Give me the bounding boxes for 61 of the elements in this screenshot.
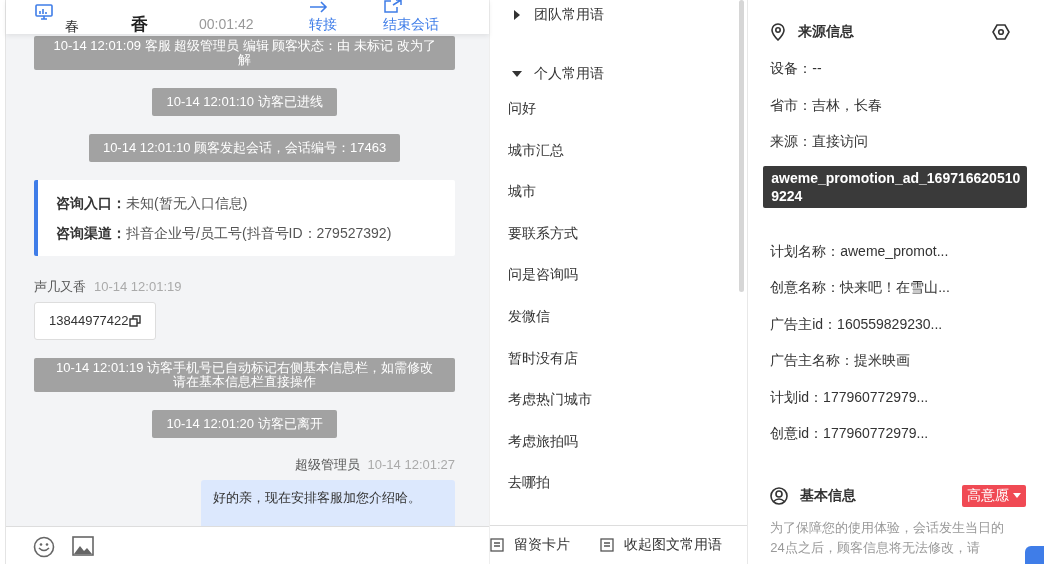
location-text: 春 [65,17,80,34]
floating-button[interactable] [1025,546,1044,564]
system-message: 10-14 12:01:10 顾客发起会话，会话编号：17463 [88,134,401,162]
entry-text: 咨询入口：未知(暂无入口信息) [56,194,249,213]
exit-icon [383,0,403,13]
system-message: 10-14 12:01:20 访客已离开 [152,410,337,438]
message-time: 10-14 12:01:27 [367,457,456,472]
section-title: 基本信息 [800,486,858,505]
footer-button[interactable]: 留资卡片 [490,533,571,557]
info-field: 创意id：177960772979... [770,415,1044,452]
settings-icon [992,23,1011,41]
copy-icon [128,315,141,327]
duration-value: 00:01:42 [199,15,255,34]
arrow-right-icon [309,1,329,13]
phrase-item[interactable]: 问是咨询吗 [508,265,748,307]
message-text: 13844977422 [49,313,129,329]
user-circle-icon [770,486,789,505]
visitor-name: 香 [131,15,149,34]
system-message: 10-14 12:01:10 访客已进线 [152,88,337,116]
phrase-item[interactable]: 要联系方式 [508,223,748,266]
phrase-group[interactable]: 团队常用语 [508,0,748,30]
tooltip: aweme_promotion_ad_1697166205109224 [763,165,1028,208]
phrase-item[interactable]: 考虑旅拍吗 [508,431,748,474]
phrase-item[interactable]: 问好 [508,99,748,141]
phrase-item[interactable]: 考虑热门城市 [508,390,748,432]
info-field: 广告主id：160559829230... [770,305,1044,342]
notice-text: 为了保障您的使用体验，会话发生当日的24点之后，顾客信息将无法修改，请 [770,518,1006,557]
phrase-item[interactable]: 城市 [508,182,748,224]
monitor-icon [35,4,53,20]
sender-name: 声几又香 [34,279,86,294]
phrase-group[interactable]: 个人常用语 [508,59,748,89]
end-session-button[interactable]: 结束会话 [383,0,439,34]
info-field: 广告主名称：提米映画 [770,342,1044,379]
info-field: 计划名称：aweme_promot... [770,232,1044,269]
sender-name: 超级管理员 [294,457,360,472]
phrase-item[interactable]: 暂时没有店 [508,348,748,391]
scrollbar[interactable] [739,0,745,292]
section-title: 来源信息 [798,23,856,41]
document-icon [490,538,505,552]
phrase-item[interactable]: 去哪拍 [508,473,748,515]
info-field: 计划id：177960772979... [770,378,1044,415]
caret-down-icon [512,69,523,79]
entry-text: 咨询渠道：抖音企业号/员工号(抖音号ID：279527392) [56,224,393,243]
phrase-item[interactable]: 城市汇总 [508,140,748,183]
info-field: 来源：直接访问 [770,123,1044,160]
message-bubble: 好的亲，现在安排客服加您介绍哈。 [201,480,456,526]
message-time: 10-14 12:01:19 [94,279,182,294]
transfer-button[interactable]: 转接 [309,1,383,34]
caret-down-icon [1013,492,1022,499]
image-icon [72,536,94,556]
footer-button[interactable]: 收起图文常用语 [600,533,723,557]
info-field: 省市：吉林，长春 [770,86,1044,123]
system-message: 10-14 12:01:19 访客手机号已自动标记右侧基本信息栏，如需修改请在基本信息栏直接操作 [34,358,456,392]
emoji-icon [33,536,55,558]
system-message: 10-14 12:01:09 客服 超级管理员 编辑 顾客状态：由 未标记 改为了解 [34,36,456,70]
phrase-item[interactable]: 发微信 [508,306,748,349]
location-pin-icon [770,23,787,41]
info-field: 设备：-- [770,50,1044,87]
info-field: 创意名称：快来吧！在雪山... [770,269,1044,306]
document-icon [600,538,615,552]
intent-dropdown[interactable]: 高意愿 [962,484,1027,507]
